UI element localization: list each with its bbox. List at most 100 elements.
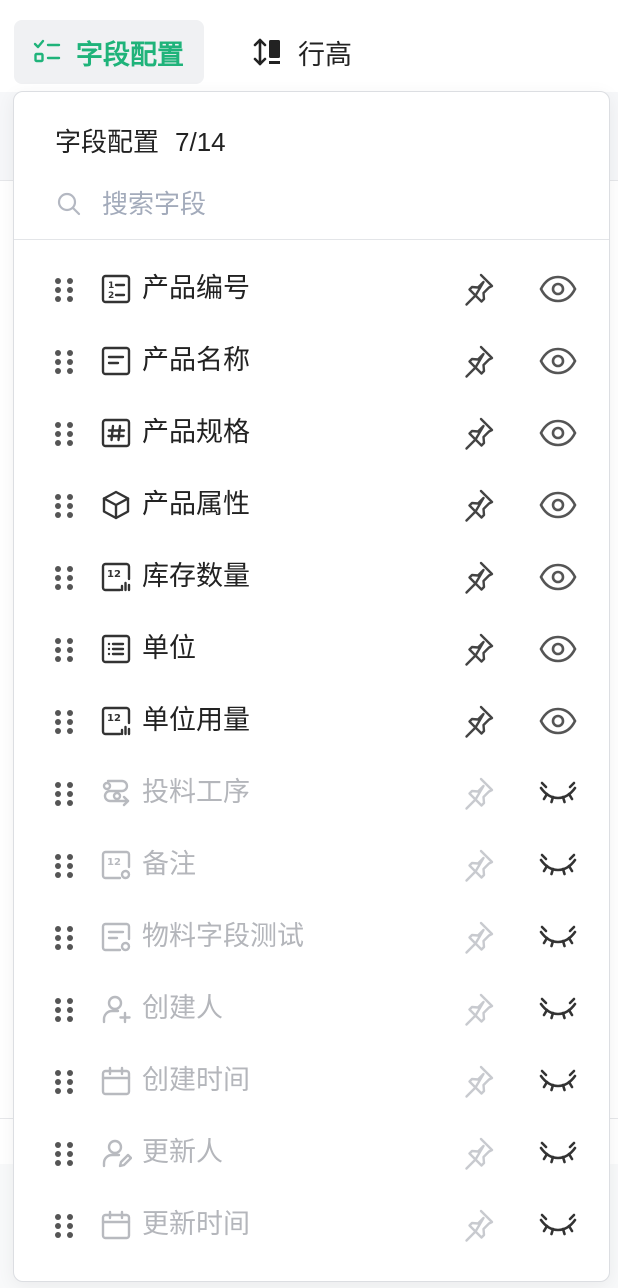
field-name: 更新人 bbox=[142, 1137, 223, 1167]
drag-handle-icon[interactable] bbox=[52, 1139, 78, 1169]
eye-icon[interactable] bbox=[538, 271, 578, 307]
field-name: 产品名称 bbox=[142, 345, 250, 375]
field-row[interactable]: 1 2 产品编号 bbox=[14, 253, 609, 325]
pin-icon[interactable] bbox=[460, 487, 496, 523]
pin-icon[interactable] bbox=[460, 847, 496, 883]
pin-icon[interactable] bbox=[460, 271, 496, 307]
field-config-button[interactable]: 字段配置 bbox=[14, 20, 204, 84]
pin-icon[interactable] bbox=[460, 1135, 496, 1171]
pin-icon[interactable] bbox=[460, 703, 496, 739]
field-row[interactable]: 更新时间 bbox=[14, 1189, 609, 1261]
field-count: 7/14 bbox=[175, 127, 226, 157]
field-row[interactable]: 物料字段测试 bbox=[14, 901, 609, 973]
eye-closed-icon[interactable] bbox=[538, 1135, 578, 1171]
eye-closed-icon[interactable] bbox=[538, 919, 578, 955]
list-icon bbox=[100, 633, 132, 665]
row-height-button[interactable]: 行高 bbox=[240, 20, 380, 84]
field-row[interactable]: 创建时间 bbox=[14, 1045, 609, 1117]
search-input[interactable] bbox=[100, 187, 544, 221]
field-row[interactable]: 创建人 bbox=[14, 973, 609, 1045]
pin-icon[interactable] bbox=[460, 991, 496, 1027]
field-name: 投料工序 bbox=[142, 777, 250, 807]
field-row[interactable]: 更新人 bbox=[14, 1117, 609, 1189]
eye-icon[interactable] bbox=[538, 703, 578, 739]
svg-text:1: 1 bbox=[108, 281, 114, 291]
panel-divider bbox=[14, 239, 609, 240]
eye-closed-icon[interactable] bbox=[538, 991, 578, 1027]
field-name: 更新时间 bbox=[142, 1209, 250, 1239]
drag-handle-icon[interactable] bbox=[52, 851, 78, 881]
eye-icon[interactable] bbox=[538, 631, 578, 667]
eye-closed-icon[interactable] bbox=[538, 775, 578, 811]
field-name: 创建人 bbox=[142, 993, 223, 1023]
pin-icon[interactable] bbox=[460, 631, 496, 667]
number-chart-icon: 12 bbox=[100, 561, 132, 593]
field-name: 单位 bbox=[142, 633, 196, 663]
field-row[interactable]: 投料工序 bbox=[14, 757, 609, 829]
drag-handle-icon[interactable] bbox=[52, 635, 78, 665]
pin-icon[interactable] bbox=[460, 775, 496, 811]
pin-icon[interactable] bbox=[460, 559, 496, 595]
field-name: 物料字段测试 bbox=[142, 921, 304, 951]
svg-text:12: 12 bbox=[107, 569, 121, 580]
pin-icon[interactable] bbox=[460, 1063, 496, 1099]
number-formula-icon: 12 bbox=[100, 849, 132, 881]
pin-icon[interactable] bbox=[460, 415, 496, 451]
toolbar: 字段配置 行高 bbox=[0, 0, 618, 92]
pin-icon[interactable] bbox=[460, 343, 496, 379]
field-config-panel: 字段配置 7/14 12 产品编号产品名称产品规格产品属性 12 库存数量单位 12 单位用… bbox=[13, 91, 610, 1282]
eye-closed-icon[interactable] bbox=[538, 847, 578, 883]
drag-handle-icon[interactable] bbox=[52, 995, 78, 1025]
eye-closed-icon[interactable] bbox=[538, 1207, 578, 1243]
eye-icon[interactable] bbox=[538, 487, 578, 523]
search-box bbox=[56, 184, 576, 224]
calendar-icon bbox=[100, 1209, 132, 1241]
field-row[interactable]: 12 单位用量 bbox=[14, 685, 609, 757]
drag-handle-icon[interactable] bbox=[52, 707, 78, 737]
field-row[interactable]: 产品名称 bbox=[14, 325, 609, 397]
drag-handle-icon[interactable] bbox=[52, 491, 78, 521]
field-row[interactable]: 单位 bbox=[14, 613, 609, 685]
eye-icon[interactable] bbox=[538, 343, 578, 379]
drag-handle-icon[interactable] bbox=[52, 779, 78, 809]
numbered-list-icon: 12 bbox=[100, 273, 132, 305]
pin-icon[interactable] bbox=[460, 919, 496, 955]
panel-title-text: 字段配置 bbox=[55, 127, 160, 157]
eye-closed-icon[interactable] bbox=[538, 1063, 578, 1099]
drag-handle-icon[interactable] bbox=[52, 419, 78, 449]
field-name: 产品规格 bbox=[142, 417, 250, 447]
svg-text:12: 12 bbox=[107, 713, 121, 724]
eye-icon[interactable] bbox=[538, 559, 578, 595]
calendar-icon bbox=[100, 1065, 132, 1097]
user-add-icon bbox=[100, 993, 132, 1025]
field-row[interactable]: 产品规格 bbox=[14, 397, 609, 469]
drag-handle-icon[interactable] bbox=[52, 563, 78, 593]
row-height-label: 行高 bbox=[298, 39, 352, 70]
field-name: 备注 bbox=[142, 849, 196, 879]
process-flow-icon bbox=[100, 777, 132, 809]
text-field-icon bbox=[100, 345, 132, 377]
field-row[interactable]: 12 备注 bbox=[14, 829, 609, 901]
svg-text:2: 2 bbox=[108, 291, 114, 301]
field-row[interactable]: 12 库存数量 bbox=[14, 541, 609, 613]
pin-icon[interactable] bbox=[460, 1207, 496, 1243]
svg-text:12: 12 bbox=[107, 857, 121, 868]
search-icon bbox=[57, 192, 81, 216]
field-config-label: 字段配置 bbox=[76, 39, 184, 70]
field-row[interactable]: 产品属性 bbox=[14, 469, 609, 541]
field-name: 创建时间 bbox=[142, 1065, 250, 1095]
drag-handle-icon[interactable] bbox=[52, 347, 78, 377]
drag-handle-icon[interactable] bbox=[52, 1067, 78, 1097]
text-formula-icon bbox=[100, 921, 132, 953]
eye-icon[interactable] bbox=[538, 415, 578, 451]
row-height-icon bbox=[253, 38, 280, 66]
drag-handle-icon[interactable] bbox=[52, 275, 78, 305]
field-name: 产品编号 bbox=[142, 273, 250, 303]
number-chart-icon: 12 bbox=[100, 705, 132, 737]
field-name: 单位用量 bbox=[142, 705, 250, 735]
field-list: 1 2 产品编号产品名称产品规格产品属性 12 库存数量单位 12 单位用量投料工序 12 备注… bbox=[14, 253, 609, 1261]
drag-handle-icon[interactable] bbox=[52, 1211, 78, 1241]
field-name: 库存数量 bbox=[142, 561, 250, 591]
field-name: 产品属性 bbox=[142, 489, 250, 519]
drag-handle-icon[interactable] bbox=[52, 923, 78, 953]
